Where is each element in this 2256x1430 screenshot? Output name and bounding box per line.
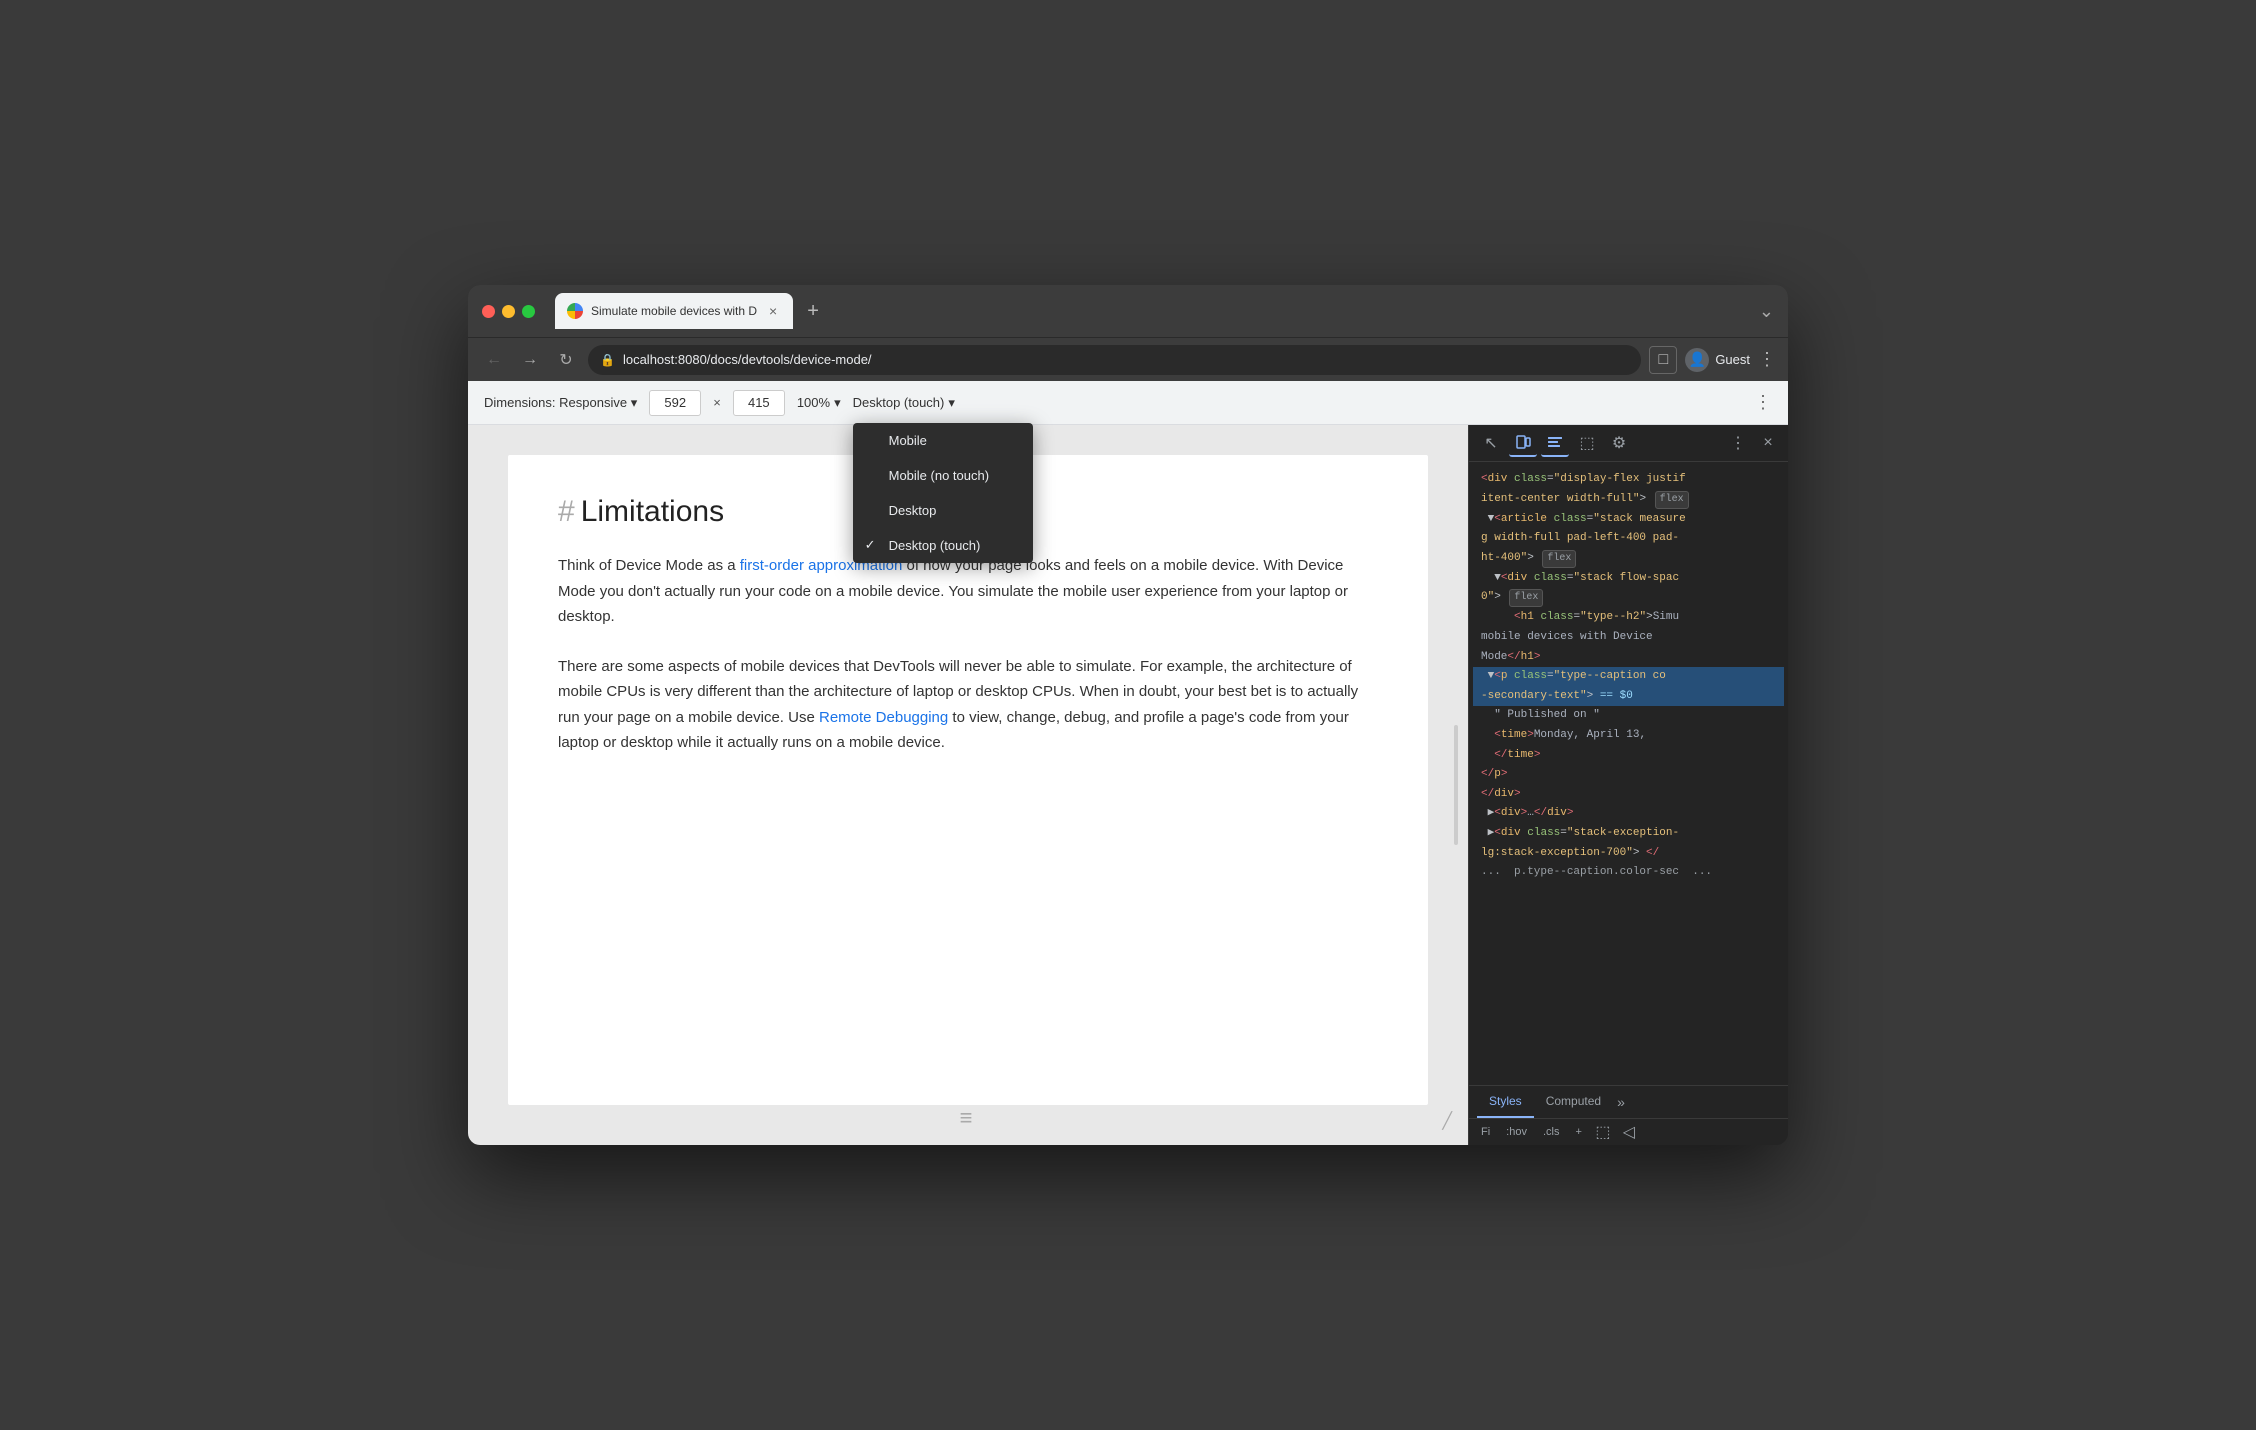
hov-filter[interactable]: :hov	[1502, 1124, 1531, 1140]
dropdown-item-desktop-touch[interactable]: Desktop (touch)	[853, 528, 1033, 563]
browser-menu-button[interactable]: ⋮	[1758, 349, 1776, 370]
refresh-button[interactable]: ↻	[552, 346, 580, 374]
profile-button[interactable]: 👤 Guest	[1685, 348, 1750, 372]
paragraph-1: Think of Device Mode as a first-order ap…	[558, 553, 1378, 630]
height-input[interactable]	[733, 390, 785, 416]
device-toolbar: Dimensions: Responsive ▾ × 100% ▾ Deskto…	[468, 381, 1788, 425]
back-button[interactable]: ←	[480, 346, 508, 374]
drag-handle-icon: ≡	[960, 1105, 977, 1131]
elements-panel-button[interactable]	[1541, 429, 1569, 457]
devtools-toolbar: ↖ ⬚ ⚙ ⋮ ×	[1469, 425, 1788, 462]
devtools-icon: □	[1658, 351, 1668, 369]
code-line: Mode</h1>	[1473, 648, 1784, 668]
nav-bar: ← → ↻ 🔒 localhost:8080/docs/devtools/dev…	[468, 337, 1788, 381]
code-line: </div>	[1473, 785, 1784, 805]
device-mode-button[interactable]	[1509, 429, 1537, 457]
filter-text[interactable]: Fi	[1477, 1124, 1494, 1140]
chrome-favicon-icon	[567, 303, 583, 319]
devtools-panel: ↖ ⬚ ⚙ ⋮ ×	[1468, 425, 1788, 1145]
code-line: </time>	[1473, 746, 1784, 766]
url-display: localhost:8080/docs/devtools/device-mode…	[623, 352, 872, 367]
code-line: ▼<article class="stack measure	[1473, 510, 1784, 530]
heading-text: Limitations	[581, 495, 724, 529]
width-input[interactable]	[649, 390, 701, 416]
code-line: ... p.type--caption.color-sec ...	[1473, 863, 1784, 883]
code-line: g width-full pad-left-400 pad-	[1473, 529, 1784, 549]
device-type-dropdown: Mobile Mobile (no touch) Desktop Desktop…	[853, 423, 1033, 563]
code-line: lg:stack-exception-700"> </	[1473, 844, 1784, 864]
dimension-separator: ×	[713, 395, 721, 410]
profile-name: Guest	[1715, 352, 1750, 367]
cls-filter[interactable]: .cls	[1539, 1124, 1564, 1140]
devtools-tabs-more[interactable]: »	[1617, 1094, 1625, 1110]
dropdown-item-mobile-no-touch[interactable]: Mobile (no touch)	[853, 458, 1033, 493]
tab-close-button[interactable]: ×	[765, 303, 781, 319]
device-type-selector[interactable]: Desktop (touch) ▾ Mobile Mobile (no touc…	[853, 395, 955, 411]
code-line: itent-center width-full"> flex	[1473, 490, 1784, 510]
new-style-rule-icon[interactable]: ⬚	[1594, 1123, 1612, 1141]
desktop-option-label: Desktop	[889, 503, 937, 518]
code-line: ▶<div class="stack-exception-	[1473, 824, 1784, 844]
forward-button[interactable]: →	[516, 346, 544, 374]
remote-debugging-link[interactable]: Remote Debugging	[819, 709, 948, 726]
devtools-more-button[interactable]: ⋮	[1724, 429, 1752, 457]
add-style-button[interactable]: +	[1571, 1124, 1585, 1140]
active-tab[interactable]: Simulate mobile devices with D ×	[555, 293, 793, 329]
devtools-code-panel[interactable]: <div class="display-flex justif itent-ce…	[1469, 462, 1788, 1085]
toggle-element-state-icon[interactable]: ◁	[1620, 1123, 1638, 1141]
title-bar-controls: ⌄	[1759, 301, 1774, 322]
chevron-down-icon[interactable]: ⌄	[1759, 301, 1774, 322]
main-content: # Limitations Think of Device Mode as a …	[468, 425, 1788, 1145]
tab-bar: Simulate mobile devices with D × +	[555, 293, 1749, 329]
code-line: <div class="display-flex justif	[1473, 470, 1784, 490]
new-tab-button[interactable]: +	[799, 297, 827, 325]
selected-code-line-2: -secondary-text"> == $0	[1473, 687, 1784, 707]
profile-avatar: 👤	[1685, 348, 1709, 372]
avatar-icon: 👤	[1689, 351, 1706, 368]
mobile-no-touch-option-label: Mobile (no touch)	[889, 468, 989, 483]
computed-tab[interactable]: Computed	[1534, 1086, 1613, 1118]
styles-tab[interactable]: Styles	[1477, 1086, 1534, 1118]
code-line: 0"> flex	[1473, 588, 1784, 608]
heading-hash: #	[558, 495, 575, 529]
resize-handle-icon[interactable]: ╱	[1442, 1111, 1452, 1131]
traffic-lights	[482, 305, 535, 318]
styles-filter-row: Fi :hov .cls + ⬚ ◁	[1469, 1119, 1788, 1145]
browser-window: Simulate mobile devices with D × + ⌄ ← →…	[468, 285, 1788, 1145]
dropdown-item-desktop[interactable]: Desktop	[853, 493, 1033, 528]
code-line: ▼<div class="stack flow-spac	[1473, 569, 1784, 589]
scroll-indicator[interactable]	[1454, 725, 1458, 845]
code-line: " Published on "	[1473, 706, 1784, 726]
title-bar: Simulate mobile devices with D × + ⌄	[468, 285, 1788, 337]
devtools-bottom-panel: Styles Computed » Fi :hov .cls + ⬚ ◁	[1469, 1085, 1788, 1145]
zoom-selector[interactable]: 100% ▾	[797, 395, 841, 411]
toolbar-more-button[interactable]: ⋮	[1754, 392, 1772, 413]
maximize-button[interactable]	[522, 305, 535, 318]
code-line: mobile devices with Device	[1473, 628, 1784, 648]
close-button[interactable]	[482, 305, 495, 318]
devtools-bottom-tabs: Styles Computed »	[1469, 1086, 1788, 1119]
lock-icon: 🔒	[600, 353, 615, 367]
nav-right-controls: □ 👤 Guest ⋮	[1649, 346, 1776, 374]
code-line: ht-400"> flex	[1473, 549, 1784, 569]
code-line: <h1 class="type--h2">Simu	[1473, 608, 1784, 628]
paragraph-2: There are some aspects of mobile devices…	[558, 654, 1378, 756]
desktop-touch-option-label: Desktop (touch)	[889, 538, 981, 553]
devtools-close-button[interactable]: ×	[1756, 431, 1780, 455]
console-panel-button[interactable]: ⬚	[1573, 429, 1601, 457]
minimize-button[interactable]	[502, 305, 515, 318]
mobile-option-label: Mobile	[889, 433, 927, 448]
dropdown-item-mobile[interactable]: Mobile	[853, 423, 1033, 458]
code-line: ▶<div>…</div>	[1473, 804, 1784, 824]
cursor-tool-button[interactable]: ↖	[1477, 429, 1505, 457]
tab-title: Simulate mobile devices with D	[591, 304, 757, 318]
dimensions-label: Dimensions: Responsive ▾	[484, 395, 637, 411]
selected-code-line: ▼<p class="type--caption co	[1473, 667, 1784, 687]
code-line: </p>	[1473, 765, 1784, 785]
address-bar[interactable]: 🔒 localhost:8080/docs/devtools/device-mo…	[588, 345, 1641, 375]
devtools-toggle-button[interactable]: □	[1649, 346, 1677, 374]
code-line: <time>Monday, April 13,	[1473, 726, 1784, 746]
settings-button[interactable]: ⚙	[1605, 429, 1633, 457]
